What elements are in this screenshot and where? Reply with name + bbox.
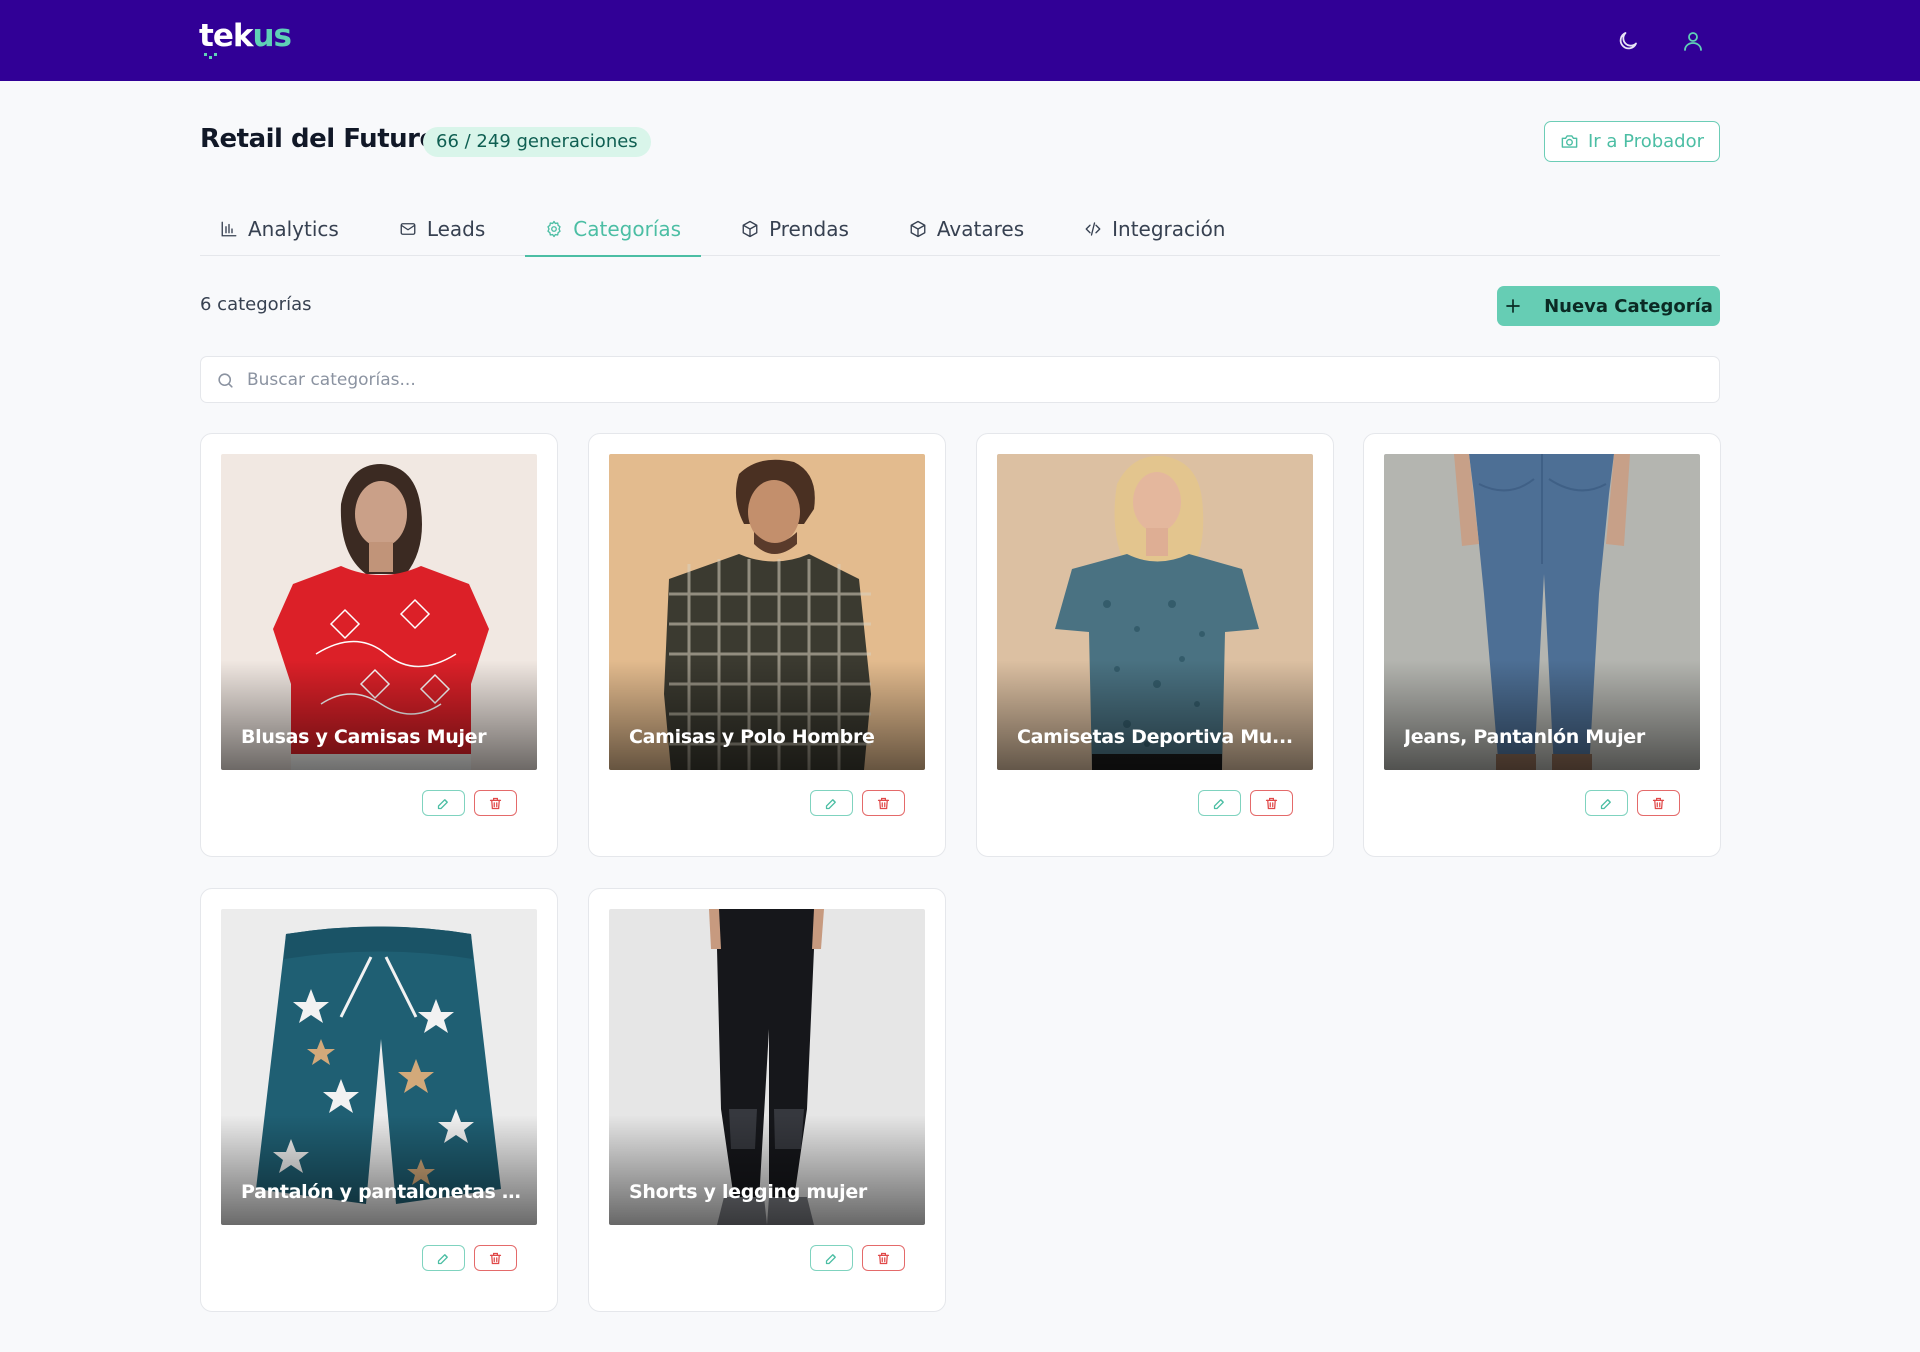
category-name: Shorts y legging mujer bbox=[629, 1181, 867, 1203]
search-box bbox=[200, 356, 1720, 403]
generations-badge: 66 / 249 generaciones bbox=[423, 127, 651, 157]
card-actions bbox=[810, 1245, 905, 1271]
logo-text-b: us bbox=[252, 18, 292, 54]
category-image[interactable]: Camisas y Polo Hombre bbox=[609, 454, 925, 770]
trash-icon bbox=[877, 797, 890, 809]
card-actions bbox=[422, 790, 517, 816]
card-actions bbox=[1198, 790, 1293, 816]
moon-icon[interactable] bbox=[1613, 26, 1643, 56]
page-title: Retail del Futuro bbox=[200, 124, 437, 154]
top-navigation-bar: tek us bbox=[0, 0, 1920, 81]
image-shade bbox=[997, 660, 1313, 770]
category-count: 6 categorías bbox=[200, 294, 312, 315]
tekus-logo[interactable]: tek us bbox=[199, 18, 292, 54]
new-category-label: Nueva Categoría bbox=[1544, 295, 1713, 317]
logo-text-a: tek bbox=[199, 18, 253, 54]
edit-button[interactable] bbox=[422, 1245, 465, 1271]
edit-icon bbox=[437, 798, 448, 809]
category-name: Camisetas Deportiva Mu... bbox=[1017, 726, 1293, 748]
tab-prendas[interactable]: Prendas bbox=[721, 202, 869, 256]
tab-leads[interactable]: Leads bbox=[379, 202, 505, 256]
edit-button[interactable] bbox=[422, 790, 465, 816]
page-header: Retail del Futuro 66 / 249 generaciones … bbox=[200, 120, 1720, 164]
tab-avatares[interactable]: Avatares bbox=[889, 202, 1044, 256]
category-name: Blusas y Camisas Mujer bbox=[241, 726, 487, 748]
category-card[interactable]: Camisas y Polo Hombre bbox=[588, 433, 946, 857]
trash-icon bbox=[877, 1252, 890, 1264]
mail-icon bbox=[400, 223, 416, 235]
category-image[interactable]: Camisetas Deportiva Mu... bbox=[997, 454, 1313, 770]
delete-button[interactable] bbox=[1637, 790, 1680, 816]
category-image[interactable]: Blusas y Camisas Mujer bbox=[221, 454, 537, 770]
tab-label: Avatares bbox=[936, 217, 1025, 241]
card-actions bbox=[1585, 790, 1680, 816]
tab-label: Integración bbox=[1112, 217, 1226, 241]
edit-button[interactable] bbox=[1198, 790, 1241, 816]
tab-categorias[interactable]: Categorías bbox=[525, 202, 701, 257]
trash-icon bbox=[489, 797, 502, 809]
tab-label: Leads bbox=[426, 217, 486, 241]
edit-icon bbox=[1213, 798, 1224, 809]
image-shade bbox=[1384, 660, 1700, 770]
delete-button[interactable] bbox=[474, 790, 517, 816]
image-shade bbox=[609, 1115, 925, 1225]
category-image[interactable]: Jeans, Pantanlón Mujer bbox=[1384, 454, 1700, 770]
tab-integracion[interactable]: Integración bbox=[1064, 202, 1245, 256]
tab-label: Categorías bbox=[573, 217, 682, 241]
new-category-button[interactable]: Nueva Categoría bbox=[1497, 286, 1720, 326]
tab-label: Analytics bbox=[248, 217, 339, 241]
delete-button[interactable] bbox=[1250, 790, 1293, 816]
probador-label: Ir a Probador bbox=[1587, 131, 1705, 152]
user-icon[interactable] bbox=[1678, 26, 1708, 56]
image-shade bbox=[221, 1115, 537, 1225]
edit-icon bbox=[825, 798, 836, 809]
edit-button[interactable] bbox=[810, 1245, 853, 1271]
trash-icon bbox=[489, 1252, 502, 1264]
bar-chart-icon bbox=[221, 221, 237, 237]
image-shade bbox=[609, 660, 925, 770]
section-tabs: Analytics Leads Categorías Prendas Avata… bbox=[200, 202, 1720, 257]
edit-icon bbox=[825, 1253, 836, 1264]
plus-icon bbox=[1506, 299, 1520, 313]
category-name: Pantalón y pantalonetas ... bbox=[241, 1181, 521, 1203]
tab-analytics[interactable]: Analytics bbox=[200, 202, 359, 256]
camera-icon bbox=[1561, 135, 1578, 148]
category-image[interactable]: Shorts y legging mujer bbox=[609, 909, 925, 1225]
category-card[interactable]: Camisetas Deportiva Mu... bbox=[976, 433, 1334, 857]
go-to-probador-button[interactable]: Ir a Probador bbox=[1544, 121, 1720, 162]
code-icon bbox=[1085, 222, 1101, 236]
logo-mark-icon bbox=[204, 53, 217, 59]
trash-icon bbox=[1652, 797, 1665, 809]
category-card[interactable]: Jeans, Pantanlón Mujer bbox=[1363, 433, 1721, 857]
category-card[interactable]: Blusas y Camisas Mujer bbox=[200, 433, 558, 857]
edit-icon bbox=[1600, 798, 1611, 809]
image-shade bbox=[221, 660, 537, 770]
gear-icon bbox=[547, 220, 561, 238]
box-icon bbox=[910, 220, 926, 238]
tab-label: Prendas bbox=[769, 217, 849, 241]
category-card[interactable]: Shorts y legging mujer bbox=[588, 888, 946, 1312]
edit-button[interactable] bbox=[810, 790, 853, 816]
box-icon bbox=[742, 220, 758, 238]
search-input[interactable] bbox=[247, 357, 1707, 402]
search-icon bbox=[218, 373, 233, 388]
delete-button[interactable] bbox=[862, 790, 905, 816]
edit-button[interactable] bbox=[1585, 790, 1628, 816]
category-image[interactable]: Pantalón y pantalonetas ... bbox=[221, 909, 537, 1225]
edit-icon bbox=[437, 1253, 448, 1264]
trash-icon bbox=[1265, 797, 1278, 809]
delete-button[interactable] bbox=[474, 1245, 517, 1271]
category-name: Jeans, Pantanlón Mujer bbox=[1404, 726, 1645, 748]
card-actions bbox=[422, 1245, 517, 1271]
category-card[interactable]: Pantalón y pantalonetas ... bbox=[200, 888, 558, 1312]
delete-button[interactable] bbox=[862, 1245, 905, 1271]
card-actions bbox=[810, 790, 905, 816]
category-name: Camisas y Polo Hombre bbox=[629, 726, 875, 748]
